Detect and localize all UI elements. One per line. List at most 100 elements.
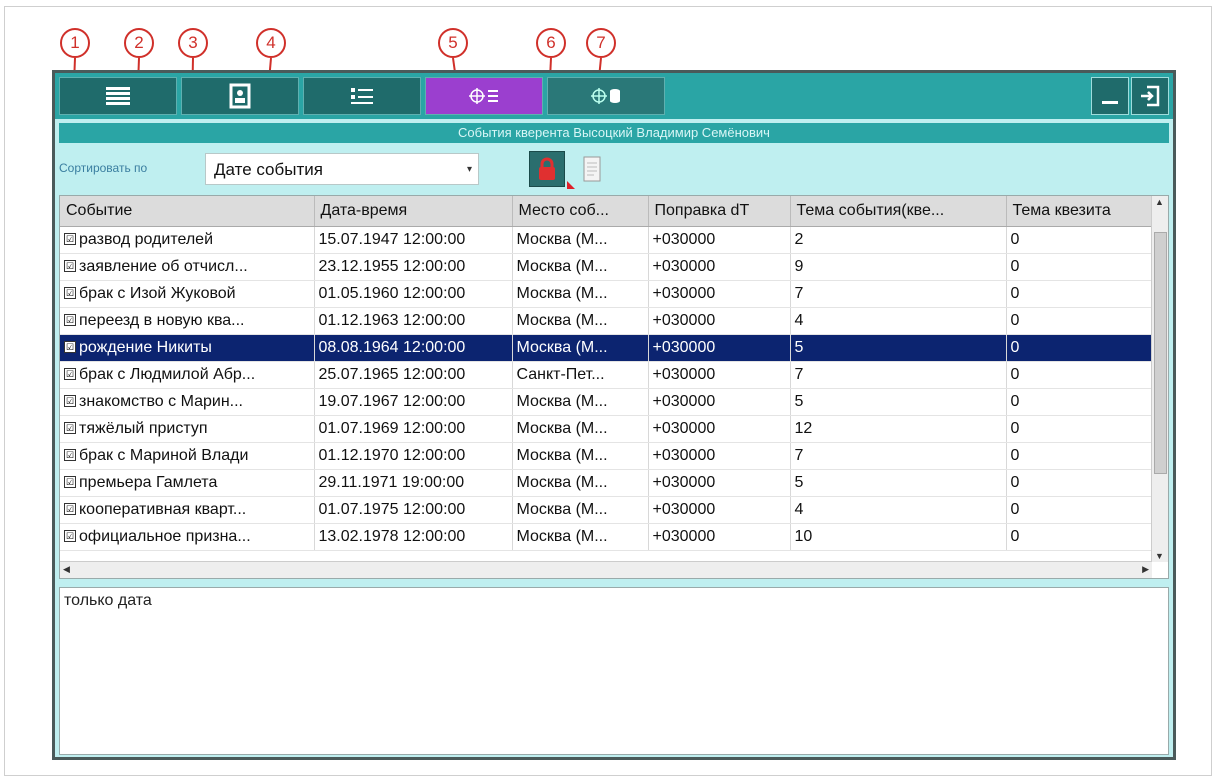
column-header-place[interactable]: Место соб...: [512, 196, 649, 227]
event-name: знакомство с Марин...: [79, 393, 243, 410]
table-row[interactable]: ☑ заявление об отчисл... 23.12.1955 12:00:…: [60, 253, 1155, 281]
checkbox-icon[interactable]: ☑: [64, 395, 76, 407]
checkbox-icon[interactable]: ☑: [64, 530, 76, 542]
dt-correction-cell: +030000: [648, 307, 791, 335]
scroll-right-arrow-icon[interactable]: ▶: [1142, 564, 1149, 575]
tab-target-list[interactable]: [425, 77, 543, 115]
quesited-topic-cell: 0: [1006, 496, 1155, 524]
checkbox-icon[interactable]: ☑: [64, 260, 76, 272]
event-topic-cell: 5: [790, 469, 1007, 497]
sort-row: Сортировать по Дате события ▾: [55, 147, 1173, 191]
dt-correction-cell: +030000: [648, 388, 791, 416]
event-name: брак с Людмилой Абр...: [79, 366, 256, 383]
place-cell: Москва (М...: [512, 496, 649, 524]
quesited-topic-cell: 0: [1006, 307, 1155, 335]
event-topic-cell: 2: [790, 226, 1007, 254]
place-cell: Москва (М...: [512, 280, 649, 308]
scroll-down-arrow-icon[interactable]: ▼: [1155, 551, 1164, 561]
column-header-datetime[interactable]: Дата-время: [314, 196, 513, 227]
tab-list[interactable]: [59, 77, 177, 115]
document-icon: [583, 156, 601, 182]
event-topic-cell: 4: [790, 307, 1007, 335]
notes-text: только дата: [64, 592, 152, 609]
checkbox-icon[interactable]: ☑: [64, 449, 76, 461]
horizontal-scrollbar[interactable]: ◀ ▶: [60, 561, 1152, 578]
exit-button[interactable]: [1131, 77, 1169, 115]
quesited-topic-cell: 0: [1006, 253, 1155, 281]
table-row[interactable]: ☑ премьера Гамлета 29.11.1971 19:00:00 Моск…: [60, 469, 1155, 497]
event-topic-cell: 12: [790, 415, 1007, 443]
toolbar: [55, 73, 1173, 119]
dt-correction-cell: +030000: [648, 280, 791, 308]
table-row[interactable]: ☑ официальное призна... 13.02.1978 12:00:0…: [60, 523, 1155, 551]
checkbox-icon[interactable]: ☑: [64, 314, 76, 326]
table-row[interactable]: ☑ рождение Никиты 08.08.1964 12:00:00 Москв…: [60, 334, 1155, 362]
sort-combobox[interactable]: Дате события ▾: [205, 153, 479, 185]
quesited-topic-cell: 0: [1006, 415, 1155, 443]
scroll-left-arrow-icon[interactable]: ◀: [63, 564, 70, 575]
table-row[interactable]: ☑ кооперативная кварт... 01.07.1975 12:00:…: [60, 496, 1155, 524]
datetime-cell: 23.12.1955 12:00:00: [314, 253, 513, 281]
table-row[interactable]: ☑ переезд в новую ква... 01.12.1963 12:00:…: [60, 307, 1155, 335]
event-cell: ☑ брак с Изой Жуковой: [60, 280, 315, 308]
place-cell: Санкт-Пет...: [512, 361, 649, 389]
list-icon: [106, 87, 130, 105]
tab-target-database[interactable]: [547, 77, 665, 115]
checkbox-icon[interactable]: ☑: [64, 341, 76, 353]
place-cell: Москва (М...: [512, 469, 649, 497]
minimize-icon: [1102, 101, 1118, 104]
table-row[interactable]: ☑ знакомство с Марин... 19.07.1967 12:00:0…: [60, 388, 1155, 416]
event-cell: ☑ брак с Людмилой Абр...: [60, 361, 315, 389]
lock-button[interactable]: [529, 151, 565, 187]
column-header-event-topic[interactable]: Тема события(кве...: [790, 196, 1007, 227]
table-header-row: Событие Дата-время Место соб... Поправка…: [60, 196, 1155, 227]
dt-correction-cell: +030000: [648, 442, 791, 470]
table-row[interactable]: ☑ брак с Людмилой Абр... 25.07.1965 12:00:…: [60, 361, 1155, 389]
notes-textarea[interactable]: только дата: [59, 587, 1169, 755]
table-row[interactable]: ☑ тяжёлый приступ 01.07.1969 12:00:00 Москв…: [60, 415, 1155, 443]
checkbox-icon[interactable]: ☑: [64, 422, 76, 434]
checkbox-icon[interactable]: ☑: [64, 233, 76, 245]
quesited-topic-cell: 0: [1006, 280, 1155, 308]
tab-person-card[interactable]: [181, 77, 299, 115]
event-cell: ☑ заявление об отчисл...: [60, 253, 315, 281]
datetime-cell: 01.12.1963 12:00:00: [314, 307, 513, 335]
table-row[interactable]: ☑ брак с Изой Жуковой 01.05.1960 12:00:00 М…: [60, 280, 1155, 308]
place-cell: Москва (М...: [512, 442, 649, 470]
checkbox-icon[interactable]: ☑: [64, 503, 76, 515]
place-cell: Москва (М...: [512, 523, 649, 551]
scroll-up-arrow-icon[interactable]: ▲: [1155, 197, 1164, 207]
tab-numbered-list[interactable]: [303, 77, 421, 115]
checkbox-icon[interactable]: ☑: [64, 368, 76, 380]
column-header-event[interactable]: Событие: [60, 196, 315, 227]
vertical-scroll-thumb[interactable]: [1154, 232, 1167, 474]
event-topic-cell: 7: [790, 280, 1007, 308]
column-header-quesited-topic[interactable]: Тема квезита: [1006, 196, 1155, 227]
datetime-cell: 29.11.1971 19:00:00: [314, 469, 513, 497]
event-topic-cell: 4: [790, 496, 1007, 524]
quesited-topic-cell: 0: [1006, 361, 1155, 389]
event-cell: ☑ брак с Мариной Влади: [60, 442, 315, 470]
document-button[interactable]: [579, 153, 605, 185]
place-cell: Москва (М...: [512, 226, 649, 254]
dt-correction-cell: +030000: [648, 469, 791, 497]
event-topic-cell: 7: [790, 361, 1007, 389]
dt-correction-cell: +030000: [648, 334, 791, 362]
event-name: переезд в новую ква...: [79, 312, 245, 329]
event-topic-cell: 5: [790, 334, 1007, 362]
lock-icon: [539, 157, 555, 180]
event-cell: ☑ развод родителей: [60, 226, 315, 254]
vertical-scrollbar[interactable]: ▲ ▼: [1151, 196, 1168, 562]
datetime-cell: 01.05.1960 12:00:00: [314, 280, 513, 308]
event-cell: ☑ официальное призна...: [60, 523, 315, 551]
target-list-icon: [469, 88, 498, 104]
event-name: брак с Мариной Влади: [79, 447, 249, 464]
app-window: События кверента Высоцкий Владимир Семён…: [52, 70, 1176, 760]
checkbox-icon[interactable]: ☑: [64, 287, 76, 299]
column-header-dt-correction[interactable]: Поправка dT: [648, 196, 791, 227]
minimize-button[interactable]: [1091, 77, 1129, 115]
place-cell: Москва (М...: [512, 334, 649, 362]
table-row[interactable]: ☑ брак с Мариной Влади 01.12.1970 12:00:00…: [60, 442, 1155, 470]
checkbox-icon[interactable]: ☑: [64, 476, 76, 488]
table-row[interactable]: ☑ развод родителей 15.07.1947 12:00:00 Моск…: [60, 226, 1155, 254]
